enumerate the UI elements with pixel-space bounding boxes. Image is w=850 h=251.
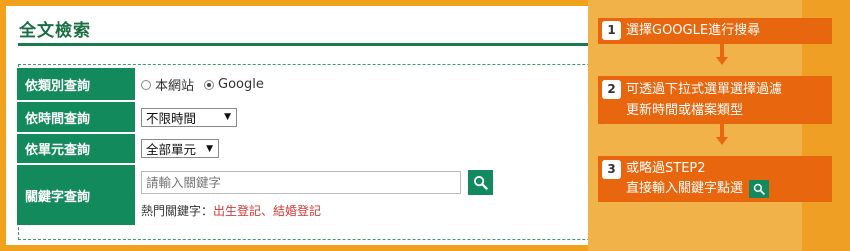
category-label: 依類別查詢 xyxy=(17,68,135,102)
step-3: 3 或略過STEP2 直接輸入關鍵字點選 xyxy=(598,156,832,202)
page-title: 全文檢索 xyxy=(19,21,91,41)
hot-link-marriage[interactable]: 結婚登記 xyxy=(273,204,321,218)
step-2-text-line1: 可透過下拉式選單選擇過濾 xyxy=(626,82,783,97)
radio-google-label[interactable]: Google xyxy=(218,77,264,92)
radio-google[interactable] xyxy=(204,79,215,90)
keyword-row: 關鍵字查詢 熱門關鍵字：出生登記、結婚登記 xyxy=(17,164,493,227)
hot-keywords-prefix: 熱門關鍵字： xyxy=(141,204,214,218)
time-label: 依時間查詢 xyxy=(17,101,135,134)
step-connector-1 xyxy=(720,44,724,58)
radio-site-label[interactable]: 本網站 xyxy=(155,75,194,94)
step-3-text-line1: 或略過STEP2 xyxy=(626,161,706,176)
category-options: 本網站 Google xyxy=(135,68,493,101)
step-1: 1 選擇GOOGLE進行搜尋 xyxy=(598,18,832,44)
chevron-down-icon: ▼ xyxy=(206,143,213,154)
time-select-value: 不限時間 xyxy=(146,110,197,126)
time-select[interactable]: 不限時間 ▼ xyxy=(141,107,237,127)
step-2: 2 可透過下拉式選單選擇過濾 更新時間或檔案類型 xyxy=(598,76,832,124)
step-3-number: 3 xyxy=(602,160,621,179)
unit-row: 依單元查詢 全部單元 ▼ xyxy=(17,133,493,165)
step-2-number: 2 xyxy=(602,80,621,99)
category-row: 依類別查詢 本網站 Google xyxy=(17,68,493,102)
keyword-input[interactable] xyxy=(141,171,461,194)
search-button[interactable] xyxy=(468,170,493,195)
search-icon xyxy=(473,175,488,190)
arrow-down-icon xyxy=(716,137,728,145)
unit-label: 依單元查詢 xyxy=(17,133,135,165)
radio-site[interactable] xyxy=(141,79,151,90)
unit-select[interactable]: 全部單元 ▼ xyxy=(141,139,219,158)
unit-select-value: 全部單元 xyxy=(146,142,197,157)
hot-keywords: 熱門關鍵字：出生登記、結婚登記 xyxy=(141,202,493,219)
step-1-text: 選擇GOOGLE進行搜尋 xyxy=(626,23,761,38)
step-1-number: 1 xyxy=(602,21,621,40)
step-2-text-line2: 更新時間或檔案類型 xyxy=(626,103,744,118)
search-icon xyxy=(749,179,770,198)
time-row: 依時間查詢 不限時間 ▼ xyxy=(17,101,493,134)
step-3-text-line2: 直接輸入關鍵字點選 xyxy=(626,181,744,196)
hot-link-birth[interactable]: 出生登記 xyxy=(213,204,261,218)
chevron-down-icon: ▼ xyxy=(224,112,231,122)
arrow-down-icon xyxy=(716,57,728,65)
hot-link-separator: 、 xyxy=(261,204,274,218)
keyword-label: 關鍵字查詢 xyxy=(17,164,135,227)
step-connector-2 xyxy=(720,124,724,138)
search-form: 依類別查詢 本網站 Google 依時間查詢 不限時間 ▼ 依單元查詢 全部單元… xyxy=(17,68,493,227)
